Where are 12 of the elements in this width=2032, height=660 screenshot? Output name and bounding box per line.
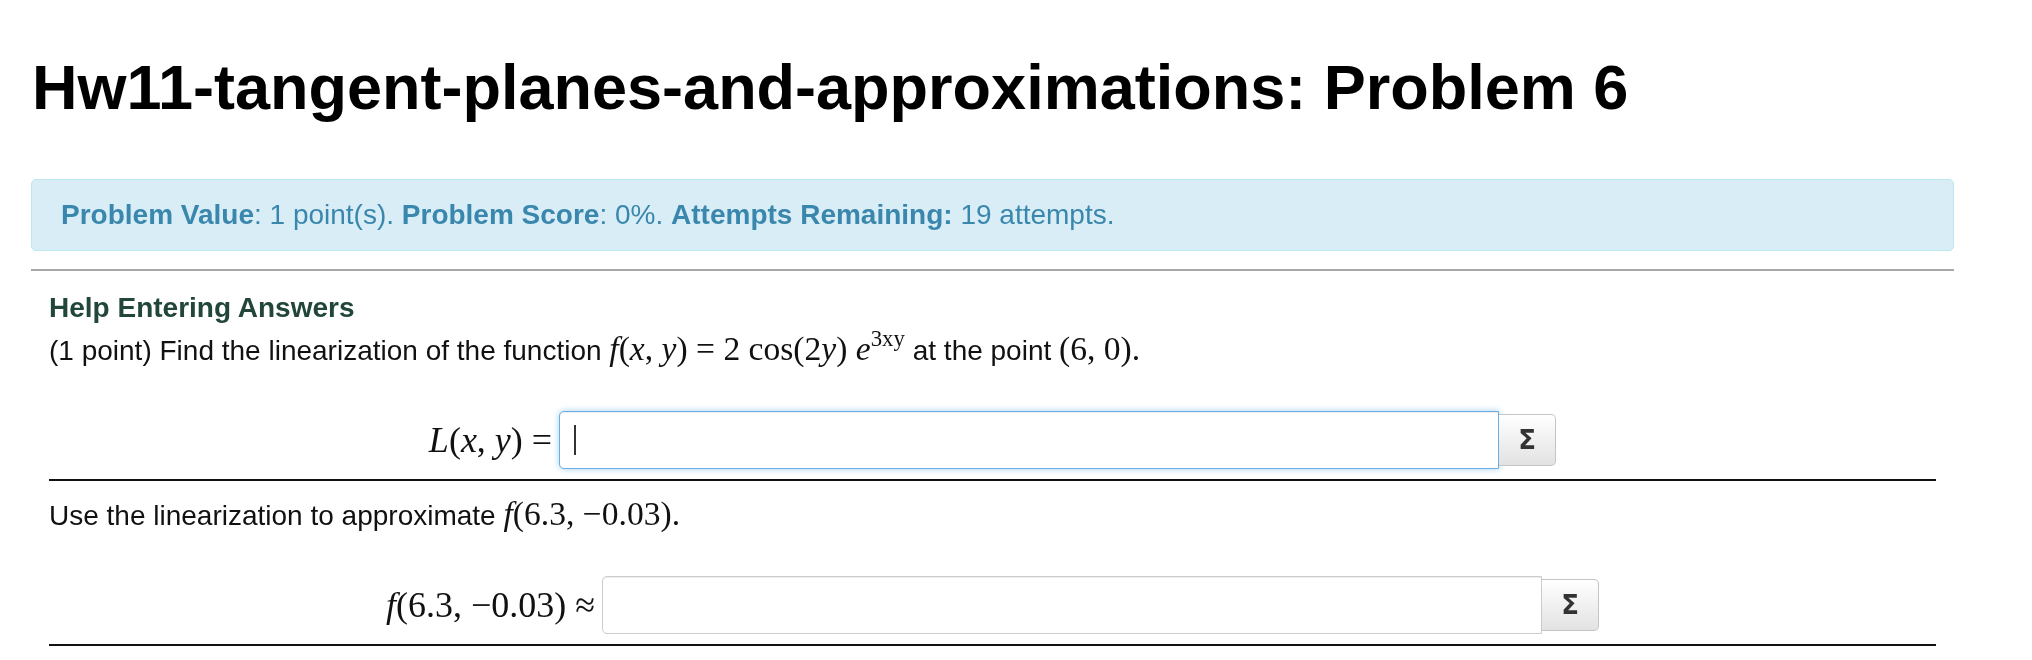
answer-label: f(6.3, −0.03) ≈	[385, 584, 596, 627]
problem-info-banner: Problem Value: 1 point(s). Problem Score: 0%. Attempts Remaining: 19 attempts.	[31, 179, 1954, 251]
answer-field[interactable]	[602, 576, 1543, 634]
answer-label: L(x, y) =	[428, 419, 553, 462]
answer-field[interactable]	[559, 411, 1500, 469]
question-text: Use the linearization to approximate f(6.3, −0.03).	[49, 494, 681, 534]
page-title: Hw11-tangent-planes-and-approximations: Problem 6	[31, 51, 1629, 120]
question-text: (1 point) Find the linearization of the function f(x, y) = 2 cos(2y) e$^{3xy}$ at the point (6, 0).	[49, 329, 1141, 369]
text-cursor	[574, 425, 577, 455]
equation-editor-button[interactable]: Σ	[1542, 579, 1600, 631]
equation-editor-button[interactable]: Σ	[1499, 414, 1557, 466]
help-link[interactable]: Help Entering Answers	[49, 291, 355, 325]
